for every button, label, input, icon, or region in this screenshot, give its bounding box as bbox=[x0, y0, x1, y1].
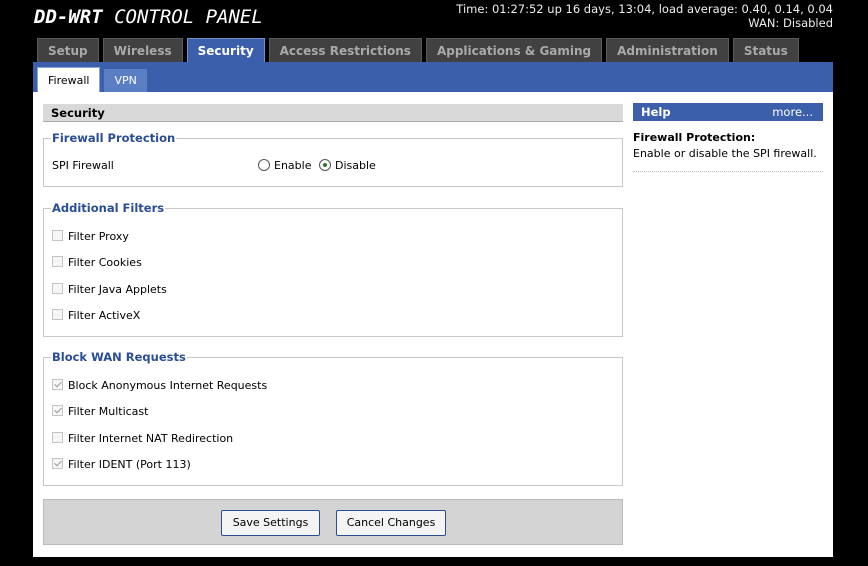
filter-nat-redirection-row[interactable]: Filter Internet NAT Redirection bbox=[52, 431, 233, 447]
block-anonymous-label: Block Anonymous Internet Requests bbox=[68, 379, 268, 392]
tab-status[interactable]: Status bbox=[732, 38, 799, 63]
filter-ident-row[interactable]: Filter IDENT (Port 113) bbox=[52, 457, 191, 473]
filter-ident-label: Filter IDENT (Port 113) bbox=[68, 458, 191, 471]
filter-proxy-label: Filter Proxy bbox=[68, 230, 129, 243]
additional-filters-legend: Additional Filters bbox=[52, 201, 165, 215]
filter-activex-checkbox[interactable] bbox=[52, 309, 63, 320]
subtab-firewall[interactable]: Firewall bbox=[37, 67, 101, 93]
filter-java-applets-checkbox[interactable] bbox=[52, 283, 63, 294]
filter-multicast-checkbox[interactable] bbox=[52, 405, 63, 416]
additional-filters-group: Additional Filters Filter Proxy Filter C… bbox=[43, 201, 623, 337]
button-bar: Save Settings Cancel Changes bbox=[43, 499, 623, 545]
section-title: Security bbox=[43, 104, 623, 122]
help-topic: Firewall Protection: bbox=[633, 131, 756, 144]
block-anonymous-row[interactable]: Block Anonymous Internet Requests bbox=[52, 378, 267, 394]
spi-enable-radio[interactable] bbox=[258, 159, 270, 171]
spi-disable-label: Disable bbox=[335, 159, 376, 172]
sub-tabs: Firewall VPN bbox=[37, 67, 151, 93]
block-wan-requests-legend: Block WAN Requests bbox=[52, 350, 186, 364]
content-panel: Security Firewall Protection SPI Firewal… bbox=[33, 92, 833, 557]
logo-brand: DD-WRT bbox=[34, 6, 103, 28]
filter-multicast-row[interactable]: Filter Multicast bbox=[52, 404, 148, 420]
tab-setup[interactable]: Setup bbox=[37, 38, 99, 63]
firewall-protection-group: Firewall Protection SPI Firewall Enable … bbox=[43, 131, 623, 187]
spi-enable-option[interactable]: Enable bbox=[258, 158, 311, 174]
spi-disable-radio[interactable] bbox=[319, 159, 331, 171]
filter-nat-redirection-checkbox[interactable] bbox=[52, 432, 63, 443]
filter-proxy-row[interactable]: Filter Proxy bbox=[52, 229, 129, 245]
filter-cookies-checkbox[interactable] bbox=[52, 256, 63, 267]
filter-cookies-label: Filter Cookies bbox=[68, 256, 142, 269]
filter-activex-row[interactable]: Filter ActiveX bbox=[52, 308, 140, 324]
tab-security[interactable]: Security bbox=[186, 38, 265, 63]
cancel-changes-button[interactable]: Cancel Changes bbox=[336, 510, 446, 536]
logo: DD-WRT CONTROL PANEL bbox=[34, 6, 263, 28]
help-title: Help bbox=[641, 105, 671, 119]
help-text: Enable or disable the SPI firewall. bbox=[633, 147, 817, 160]
filter-cookies-row[interactable]: Filter Cookies bbox=[52, 255, 142, 271]
main-tabs: Setup Wireless Security Access Restricti… bbox=[37, 38, 803, 63]
wan-status-text: WAN: Disabled bbox=[748, 16, 833, 30]
spi-firewall-label: SPI Firewall bbox=[52, 159, 114, 172]
firewall-protection-legend: Firewall Protection bbox=[52, 131, 176, 145]
tab-wireless[interactable]: Wireless bbox=[102, 38, 183, 63]
uptime-text: Time: 01:27:52 up 16 days, 13:04, load a… bbox=[456, 2, 833, 16]
header: DD-WRT CONTROL PANEL Time: 01:27:52 up 1… bbox=[0, 0, 868, 38]
filter-java-applets-row[interactable]: Filter Java Applets bbox=[52, 282, 167, 298]
logo-title: CONTROL PANEL bbox=[114, 6, 263, 28]
filter-activex-label: Filter ActiveX bbox=[68, 309, 141, 322]
help-header: Help more... bbox=[633, 103, 823, 121]
status-info: Time: 01:27:52 up 16 days, 13:04, load a… bbox=[456, 2, 833, 30]
filter-proxy-checkbox[interactable] bbox=[52, 230, 63, 241]
filter-nat-redirection-label: Filter Internet NAT Redirection bbox=[68, 432, 234, 445]
help-more-link[interactable]: more... bbox=[772, 103, 813, 121]
block-wan-requests-group: Block WAN Requests Block Anonymous Inter… bbox=[43, 350, 623, 486]
spi-enable-label: Enable bbox=[274, 159, 312, 172]
tab-access-restrictions[interactable]: Access Restrictions bbox=[268, 38, 422, 63]
filter-multicast-label: Filter Multicast bbox=[68, 405, 149, 418]
tab-administration[interactable]: Administration bbox=[606, 38, 729, 63]
spi-disable-option[interactable]: Disable bbox=[319, 158, 376, 174]
filter-java-applets-label: Filter Java Applets bbox=[68, 283, 167, 296]
block-anonymous-checkbox[interactable] bbox=[52, 379, 63, 390]
filter-ident-checkbox[interactable] bbox=[52, 458, 63, 469]
subtab-vpn[interactable]: VPN bbox=[104, 69, 147, 93]
tab-applications-gaming[interactable]: Applications & Gaming bbox=[425, 38, 603, 63]
save-settings-button[interactable]: Save Settings bbox=[221, 510, 320, 536]
help-body: Firewall Protection: Enable or disable t… bbox=[633, 130, 823, 172]
